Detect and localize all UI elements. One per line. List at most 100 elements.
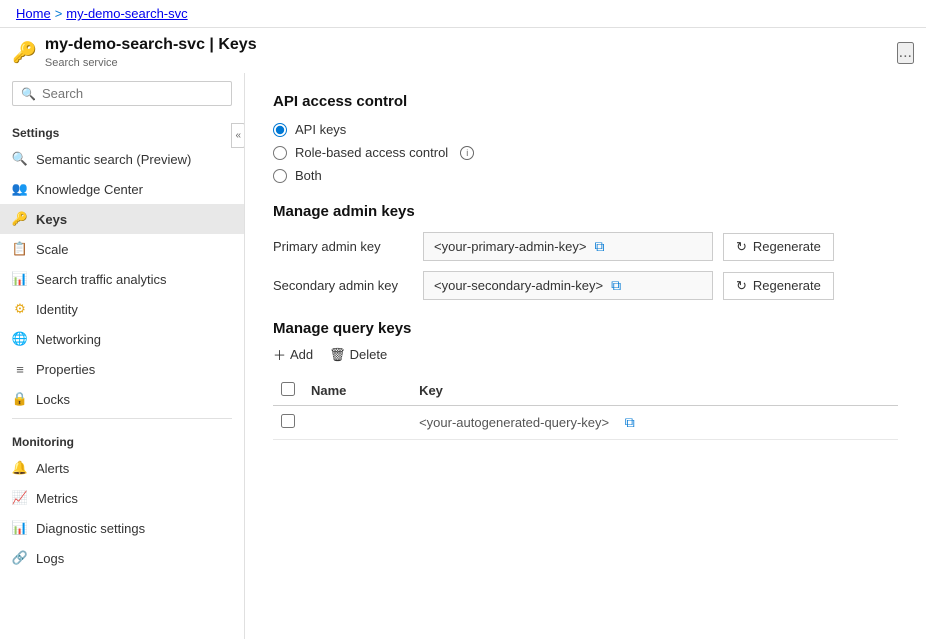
secondary-regen-icon: ↻ bbox=[736, 278, 747, 294]
search-box[interactable]: 🔍 bbox=[12, 81, 232, 106]
secondary-regen-label: Regenerate bbox=[753, 278, 821, 293]
sidebar-item-label: Alerts bbox=[36, 461, 69, 476]
sidebar-item-logs[interactable]: 🔗 Logs bbox=[0, 543, 244, 573]
sidebar-item-semantic-search[interactable]: 🔍 Semantic search (Preview) bbox=[0, 144, 244, 174]
more-button[interactable]: ... bbox=[897, 42, 914, 64]
page-title: my-demo-search-svc | Keys bbox=[45, 36, 257, 54]
sidebar-item-label: Semantic search (Preview) bbox=[36, 152, 191, 167]
breadcrumb-service[interactable]: my-demo-search-svc bbox=[66, 6, 187, 21]
table-header-key: Key bbox=[411, 376, 898, 406]
secondary-regen-button[interactable]: ↻ Regenerate bbox=[723, 272, 834, 300]
primary-key-value: <your-primary-admin-key> bbox=[434, 239, 586, 254]
sidebar-item-keys[interactable]: 🔑 Keys bbox=[0, 204, 244, 234]
table-header-checkbox bbox=[273, 376, 303, 406]
radio-both-input[interactable] bbox=[273, 169, 287, 183]
add-icon: ＋ bbox=[273, 345, 286, 364]
radio-rbac[interactable]: Role-based access control i bbox=[273, 145, 898, 160]
query-actions: ＋ Add 🗑 Delete bbox=[273, 345, 898, 364]
search-traffic-icon: 📊 bbox=[12, 271, 28, 287]
knowledge-center-icon: 👥 bbox=[12, 181, 28, 197]
service-title-bar: 🔑 my-demo-search-svc | Keys Search servi… bbox=[0, 28, 926, 73]
delete-label: Delete bbox=[350, 347, 388, 362]
secondary-copy-icon[interactable]: ⧉ bbox=[611, 277, 621, 294]
radio-rbac-label: Role-based access control bbox=[295, 145, 448, 160]
search-icon: 🔍 bbox=[21, 87, 36, 101]
key-icon: 🔑 bbox=[12, 40, 37, 65]
sidebar-item-label: Diagnostic settings bbox=[36, 521, 145, 536]
collapse-button[interactable]: « bbox=[231, 123, 245, 148]
secondary-key-label: Secondary admin key bbox=[273, 278, 413, 293]
select-all-checkbox[interactable] bbox=[281, 382, 295, 396]
search-input[interactable] bbox=[42, 86, 223, 101]
sidebar-item-diagnostic[interactable]: 📊 Diagnostic settings bbox=[0, 513, 244, 543]
query-keys-title: Manage query keys bbox=[273, 320, 898, 337]
radio-rbac-input[interactable] bbox=[273, 146, 287, 160]
radio-both-label: Both bbox=[295, 168, 322, 183]
sidebar-item-properties[interactable]: ≡ Properties bbox=[0, 354, 244, 384]
sidebar-item-label: Networking bbox=[36, 332, 101, 347]
breadcrumb: Home > my-demo-search-svc bbox=[0, 0, 926, 28]
keys-icon: 🔑 bbox=[12, 211, 28, 227]
sidebar-item-label: Logs bbox=[36, 551, 64, 566]
primary-key-row: Primary admin key <your-primary-admin-ke… bbox=[273, 232, 898, 261]
secondary-key-input: <your-secondary-admin-key> ⧉ bbox=[423, 271, 713, 300]
diagnostic-icon: 📊 bbox=[12, 520, 28, 536]
breadcrumb-home[interactable]: Home bbox=[16, 6, 51, 21]
logs-icon: 🔗 bbox=[12, 550, 28, 566]
radio-api-keys[interactable]: API keys bbox=[273, 122, 898, 137]
primary-regen-label: Regenerate bbox=[753, 239, 821, 254]
locks-icon: 🔒 bbox=[12, 391, 28, 407]
admin-keys-title: Manage admin keys bbox=[273, 203, 898, 220]
add-button[interactable]: ＋ Add bbox=[273, 345, 313, 364]
sidebar-item-alerts[interactable]: 🔔 Alerts bbox=[0, 453, 244, 483]
add-label: Add bbox=[290, 347, 313, 362]
table-header-name: Name bbox=[303, 376, 411, 406]
secondary-key-value: <your-secondary-admin-key> bbox=[434, 278, 603, 293]
primary-regen-button[interactable]: ↻ Regenerate bbox=[723, 233, 834, 261]
radio-both[interactable]: Both bbox=[273, 168, 898, 183]
sidebar-item-label: Properties bbox=[36, 362, 95, 377]
radio-api-keys-input[interactable] bbox=[273, 123, 287, 137]
row-checkbox-cell[interactable] bbox=[273, 406, 303, 440]
sidebar-item-label: Metrics bbox=[36, 491, 78, 506]
delete-icon: 🗑 bbox=[329, 347, 346, 363]
sidebar-divider bbox=[12, 418, 232, 419]
sidebar: 🔍 « Settings 🔍 Semantic search (Preview)… bbox=[0, 73, 245, 639]
sidebar-item-knowledge-center[interactable]: 👥 Knowledge Center bbox=[0, 174, 244, 204]
primary-regen-icon: ↻ bbox=[736, 239, 747, 255]
delete-button[interactable]: 🗑 Delete bbox=[329, 347, 387, 363]
identity-icon: ⚙ bbox=[12, 301, 28, 317]
row-name bbox=[303, 406, 411, 440]
api-access-title: API access control bbox=[273, 93, 898, 110]
query-copy-icon[interactable]: ⧉ bbox=[625, 414, 635, 430]
sidebar-item-scale[interactable]: 📋 Scale bbox=[0, 234, 244, 264]
admin-keys-section: Manage admin keys Primary admin key <you… bbox=[273, 203, 898, 300]
service-title-text: my-demo-search-svc | Keys Search service bbox=[45, 36, 257, 69]
monitoring-section-label: Monitoring bbox=[0, 423, 244, 453]
secondary-key-row: Secondary admin key <your-secondary-admi… bbox=[273, 271, 898, 300]
primary-key-label: Primary admin key bbox=[273, 239, 413, 254]
sidebar-item-label: Search traffic analytics bbox=[36, 272, 167, 287]
sidebar-item-metrics[interactable]: 📈 Metrics bbox=[0, 483, 244, 513]
radio-api-keys-label: API keys bbox=[295, 122, 346, 137]
rbac-info-icon[interactable]: i bbox=[460, 146, 474, 160]
sidebar-item-networking[interactable]: 🌐 Networking bbox=[0, 324, 244, 354]
row-checkbox[interactable] bbox=[281, 414, 295, 428]
sidebar-item-locks[interactable]: 🔒 Locks bbox=[0, 384, 244, 414]
sidebar-item-label: Keys bbox=[36, 212, 67, 227]
sidebar-item-label: Locks bbox=[36, 392, 70, 407]
sidebar-item-label: Identity bbox=[36, 302, 78, 317]
metrics-icon: 📈 bbox=[12, 490, 28, 506]
main-content: API access control API keys Role-based a… bbox=[245, 73, 926, 639]
sidebar-item-search-traffic[interactable]: 📊 Search traffic analytics bbox=[0, 264, 244, 294]
service-subtitle: Search service bbox=[45, 57, 118, 69]
scale-icon: 📋 bbox=[12, 241, 28, 257]
primary-copy-icon[interactable]: ⧉ bbox=[594, 238, 604, 255]
semantic-search-icon: 🔍 bbox=[12, 151, 28, 167]
properties-icon: ≡ bbox=[12, 361, 28, 377]
table-row: <your-autogenerated-query-key> ⧉ bbox=[273, 406, 898, 440]
sidebar-item-identity[interactable]: ⚙ Identity bbox=[0, 294, 244, 324]
primary-key-input: <your-primary-admin-key> ⧉ bbox=[423, 232, 713, 261]
query-keys-table: Name Key <your-autogenerated-query-key> … bbox=[273, 376, 898, 440]
row-key: <your-autogenerated-query-key> ⧉ bbox=[411, 406, 898, 440]
